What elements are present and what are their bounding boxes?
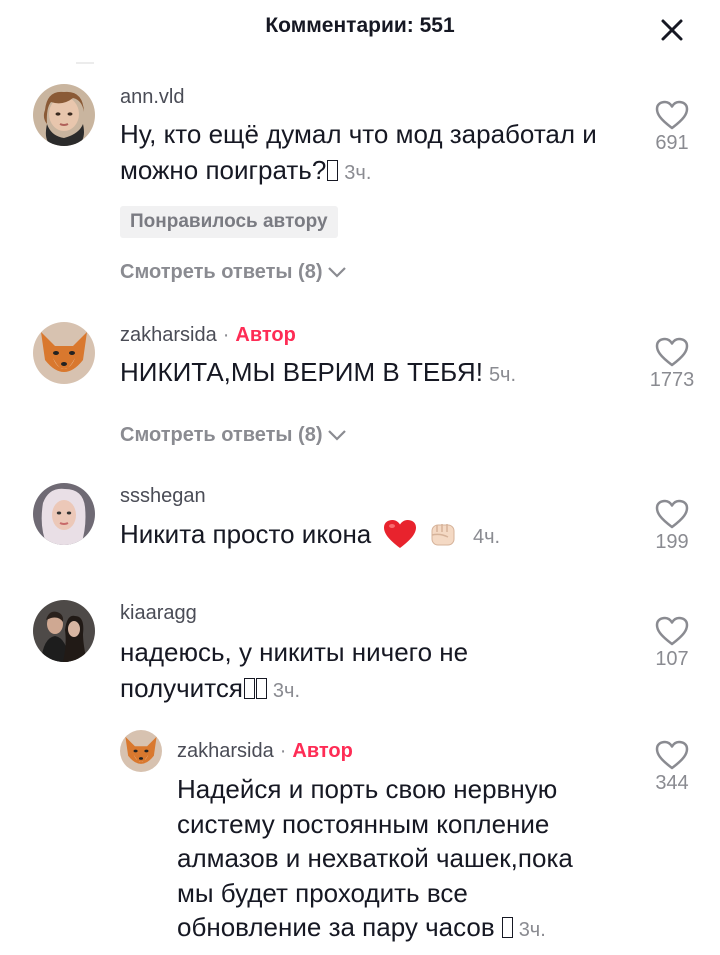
- emoji-placeholder-icon: [501, 917, 513, 938]
- comment-text-line: Надейся и порть свою нервную: [177, 774, 558, 804]
- comment-username[interactable]: zakharsida: [177, 740, 274, 762]
- comment-time: 3ч.: [518, 919, 546, 941]
- comment-time: 4ч.: [472, 526, 501, 548]
- comment-text-line: мы будет проходить все: [177, 877, 468, 908]
- avatar[interactable]: [33, 84, 95, 146]
- like-button[interactable]: 107: [642, 616, 702, 671]
- avatar[interactable]: [120, 730, 162, 772]
- divider: [76, 62, 94, 64]
- separator-dot: ·: [279, 740, 287, 762]
- heart-outline-icon: [655, 499, 689, 529]
- separator-dot: ·: [222, 324, 230, 346]
- comment-text-line: получится: [120, 673, 243, 703]
- comment-username[interactable]: zakharsida: [120, 324, 217, 346]
- emoji-placeholder-icon: [243, 678, 255, 699]
- view-replies-label: Смотреть ответы (8): [120, 424, 323, 446]
- like-button[interactable]: 1773: [642, 337, 702, 392]
- view-replies-label: Смотреть ответы (8): [120, 261, 323, 283]
- like-count: 691: [655, 132, 689, 154]
- like-count: 107: [655, 648, 689, 670]
- chevron-down-icon: [327, 430, 346, 441]
- raised-fist-icon: [431, 524, 455, 546]
- author-tag: Автор: [292, 740, 353, 762]
- heart-outline-icon: [655, 337, 689, 367]
- heart-outline-icon: [655, 616, 689, 646]
- liked-by-author-badge: Понравилось автору: [120, 206, 338, 238]
- like-count: 344: [655, 772, 689, 794]
- comment-text: Никита просто икона: [120, 519, 372, 549]
- comment-text-block: Ну, кто ещё думал что мод заработал и мо…: [120, 116, 630, 191]
- comment-text-block: надеюсь, у никиты ничего не получится 3ч.: [120, 634, 630, 709]
- comment-time: 5ч.: [488, 364, 517, 386]
- like-count: 199: [655, 531, 689, 553]
- emoji-placeholder-icon: [255, 678, 267, 699]
- comment-text: НИКИТА,МЫ ВЕРИМ В ТЕБЯ!: [120, 357, 483, 387]
- comment-text-line: алмазов и нехваткой чашек,пока: [177, 843, 573, 873]
- comment-time: 3ч.: [344, 162, 372, 184]
- chevron-down-icon: [327, 267, 346, 278]
- heart-outline-icon: [655, 100, 689, 130]
- comment-text-line: надеюсь, у никиты ничего не: [120, 637, 469, 667]
- comment-time: 3ч.: [272, 680, 301, 702]
- comment-username[interactable]: ann.vld: [120, 86, 185, 108]
- red-heart-icon: [383, 520, 416, 548]
- avatar[interactable]: [33, 600, 95, 662]
- author-tag: Автор: [235, 324, 296, 346]
- comment-username[interactable]: kiaaragg: [120, 602, 197, 624]
- close-icon: [661, 19, 683, 41]
- emoji-placeholder-icon: [327, 160, 339, 181]
- comment-text-block: Никита просто икона 4ч.: [120, 516, 630, 555]
- comment-text-line: систему постоянным копление: [177, 808, 550, 839]
- view-replies-button[interactable]: Смотреть ответы (8): [120, 261, 347, 284]
- comment-text-block: Надейся и порть свою нервную систему пос…: [177, 772, 627, 948]
- comments-header: Комментарии: 551: [0, 0, 720, 56]
- view-replies-button[interactable]: Смотреть ответы (8): [120, 424, 347, 447]
- heart-outline-icon: [655, 740, 689, 770]
- comments-title: Комментарии: 551: [265, 14, 455, 37]
- avatar[interactable]: [33, 322, 95, 384]
- like-count: 1773: [649, 369, 695, 391]
- comment-username[interactable]: ssshegan: [120, 485, 206, 507]
- like-button[interactable]: 344: [642, 740, 702, 795]
- like-button[interactable]: 691: [642, 100, 702, 155]
- avatar[interactable]: [33, 483, 95, 545]
- comment-text-line: обновление за пару часов: [177, 912, 495, 942]
- close-button[interactable]: [656, 14, 688, 46]
- comment-text-block: НИКИТА,МЫ ВЕРИМ В ТЕБЯ! 5ч.: [120, 354, 630, 393]
- like-button[interactable]: 199: [642, 499, 702, 554]
